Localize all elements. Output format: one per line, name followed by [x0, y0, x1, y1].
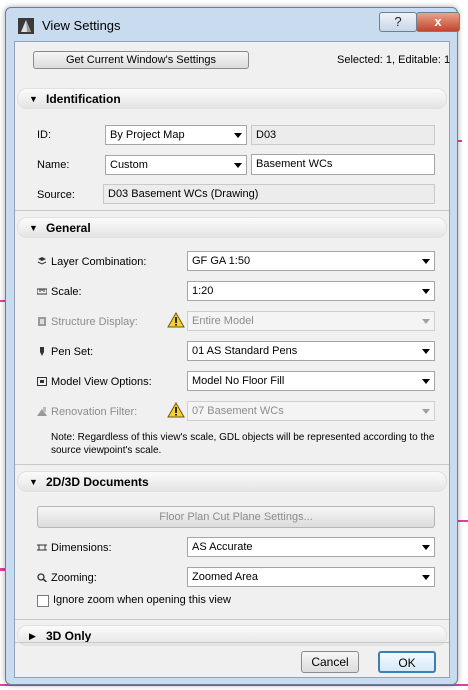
scale-icon [37, 288, 47, 295]
layer-combination-label: Layer Combination: [51, 256, 147, 268]
close-button[interactable]: x [416, 12, 460, 32]
id-value-field[interactable]: D03 [251, 125, 435, 145]
section-title: General [46, 221, 91, 235]
collapsed-triangle-icon: ▶ [29, 631, 36, 641]
footer-divider [15, 642, 449, 643]
archicad-app-icon [18, 18, 34, 34]
section-divider [15, 619, 449, 620]
dropdown-value: By Project Map [110, 129, 185, 141]
name-label: Name: [37, 159, 70, 171]
dropdown-arrow-icon [422, 545, 430, 550]
section-title: 3D Only [46, 629, 92, 643]
dropdown-arrow-icon [234, 163, 242, 168]
ignore-zoom-label: Ignore zoom when opening this view [53, 594, 231, 606]
expanded-triangle-icon: ▼ [29, 94, 38, 104]
background-plan-line [458, 520, 468, 522]
dropdown-value: 01 AS Standard Pens [192, 345, 298, 357]
dialog-title: View Settings [42, 18, 121, 33]
dropdown-arrow-icon [234, 133, 242, 138]
section-divider [15, 210, 449, 211]
structure-display-icon [38, 317, 46, 326]
scale-note: Note: Regardless of this view's scale, G… [51, 432, 435, 456]
selection-status: Selected: 1, Editable: 1 [337, 54, 451, 66]
dropdown-value: GF GA 1:50 [192, 255, 251, 267]
dropdown-arrow-icon [422, 349, 430, 354]
expanded-triangle-icon: ▼ [29, 477, 38, 487]
dimensions-dropdown[interactable]: AS Accurate [187, 537, 435, 557]
dimensions-icon [37, 544, 47, 551]
dropdown-arrow-icon [422, 409, 430, 414]
dropdown-arrow-icon [422, 575, 430, 580]
id-label: ID: [37, 129, 52, 141]
renovation-filter-label: Renovation Filter: [51, 406, 138, 418]
pen-set-icon [40, 347, 44, 356]
name-input[interactable]: Basement WCs [251, 154, 435, 175]
structure-display-dropdown[interactable]: Entire Model [187, 311, 435, 331]
dropdown-value: Custom [110, 159, 148, 171]
scale-dropdown[interactable]: 1:20 [187, 281, 435, 301]
zooming-dropdown[interactable]: Zoomed Area [187, 567, 435, 587]
model-view-options-dropdown[interactable]: Model No Floor Fill [187, 371, 435, 391]
structure-display-label: Structure Display: [51, 316, 138, 328]
source-label: Source: [37, 189, 75, 201]
scale-label: Scale: [51, 286, 82, 298]
ignore-zoom-checkbox[interactable] [37, 595, 49, 607]
pen-set-label: Pen Set: [51, 346, 94, 358]
warning-icon [167, 402, 185, 418]
section-divider [15, 464, 449, 465]
name-mode-dropdown[interactable]: Custom [105, 155, 247, 175]
pen-set-dropdown[interactable]: 01 AS Standard Pens [187, 341, 435, 361]
layer-combination-dropdown[interactable]: GF GA 1:50 [187, 251, 435, 271]
dialog-body: Get Current Window's Settings Selected: … [14, 41, 450, 678]
dropdown-value: AS Accurate [192, 541, 253, 553]
model-view-options-label: Model View Options: [51, 376, 152, 388]
section-header-identification[interactable]: ▼ Identification [17, 88, 447, 109]
dropdown-arrow-icon [422, 289, 430, 294]
zoom-magnifier-icon [37, 573, 47, 582]
dropdown-value: 1:20 [192, 285, 214, 297]
section-title: Identification [46, 92, 121, 106]
ok-button[interactable]: OK [378, 651, 436, 673]
dropdown-value: Entire Model [192, 315, 254, 327]
view-settings-dialog: View Settings ? x Get Current Window's S… [5, 7, 460, 685]
id-mode-dropdown[interactable]: By Project Map [105, 125, 247, 145]
floor-plan-cut-plane-settings-button[interactable]: Floor Plan Cut Plane Settings... [37, 506, 435, 528]
title-bar[interactable]: View Settings ? x [6, 8, 460, 38]
dropdown-value: Zoomed Area [192, 571, 259, 583]
background-plan-line [458, 140, 462, 142]
section-header-2d-3d-documents[interactable]: ▼ 2D/3D Documents [17, 471, 447, 492]
source-field: D03 Basement WCs (Drawing) [103, 184, 435, 204]
expanded-triangle-icon: ▼ [29, 223, 38, 233]
dimensions-label: Dimensions: [51, 542, 112, 554]
dropdown-arrow-icon [422, 259, 430, 264]
section-header-general[interactable]: ▼ General [17, 217, 447, 238]
zooming-label: Zooming: [51, 572, 97, 584]
dropdown-value: 07 Basement WCs [192, 405, 284, 417]
cancel-button[interactable]: Cancel [301, 651, 359, 673]
model-view-options-icon [37, 377, 47, 386]
get-current-window-settings-button[interactable]: Get Current Window's Settings [33, 51, 249, 69]
dropdown-arrow-icon [422, 379, 430, 384]
dropdown-arrow-icon [422, 319, 430, 324]
layer-combination-icon [37, 257, 47, 265]
warning-icon [167, 312, 185, 328]
renovation-filter-dropdown[interactable]: 07 Basement WCs [187, 401, 435, 421]
help-button[interactable]: ? [379, 12, 417, 32]
dropdown-value: Model No Floor Fill [192, 375, 285, 387]
section-title: 2D/3D Documents [46, 475, 149, 489]
renovation-filter-icon [37, 407, 47, 416]
